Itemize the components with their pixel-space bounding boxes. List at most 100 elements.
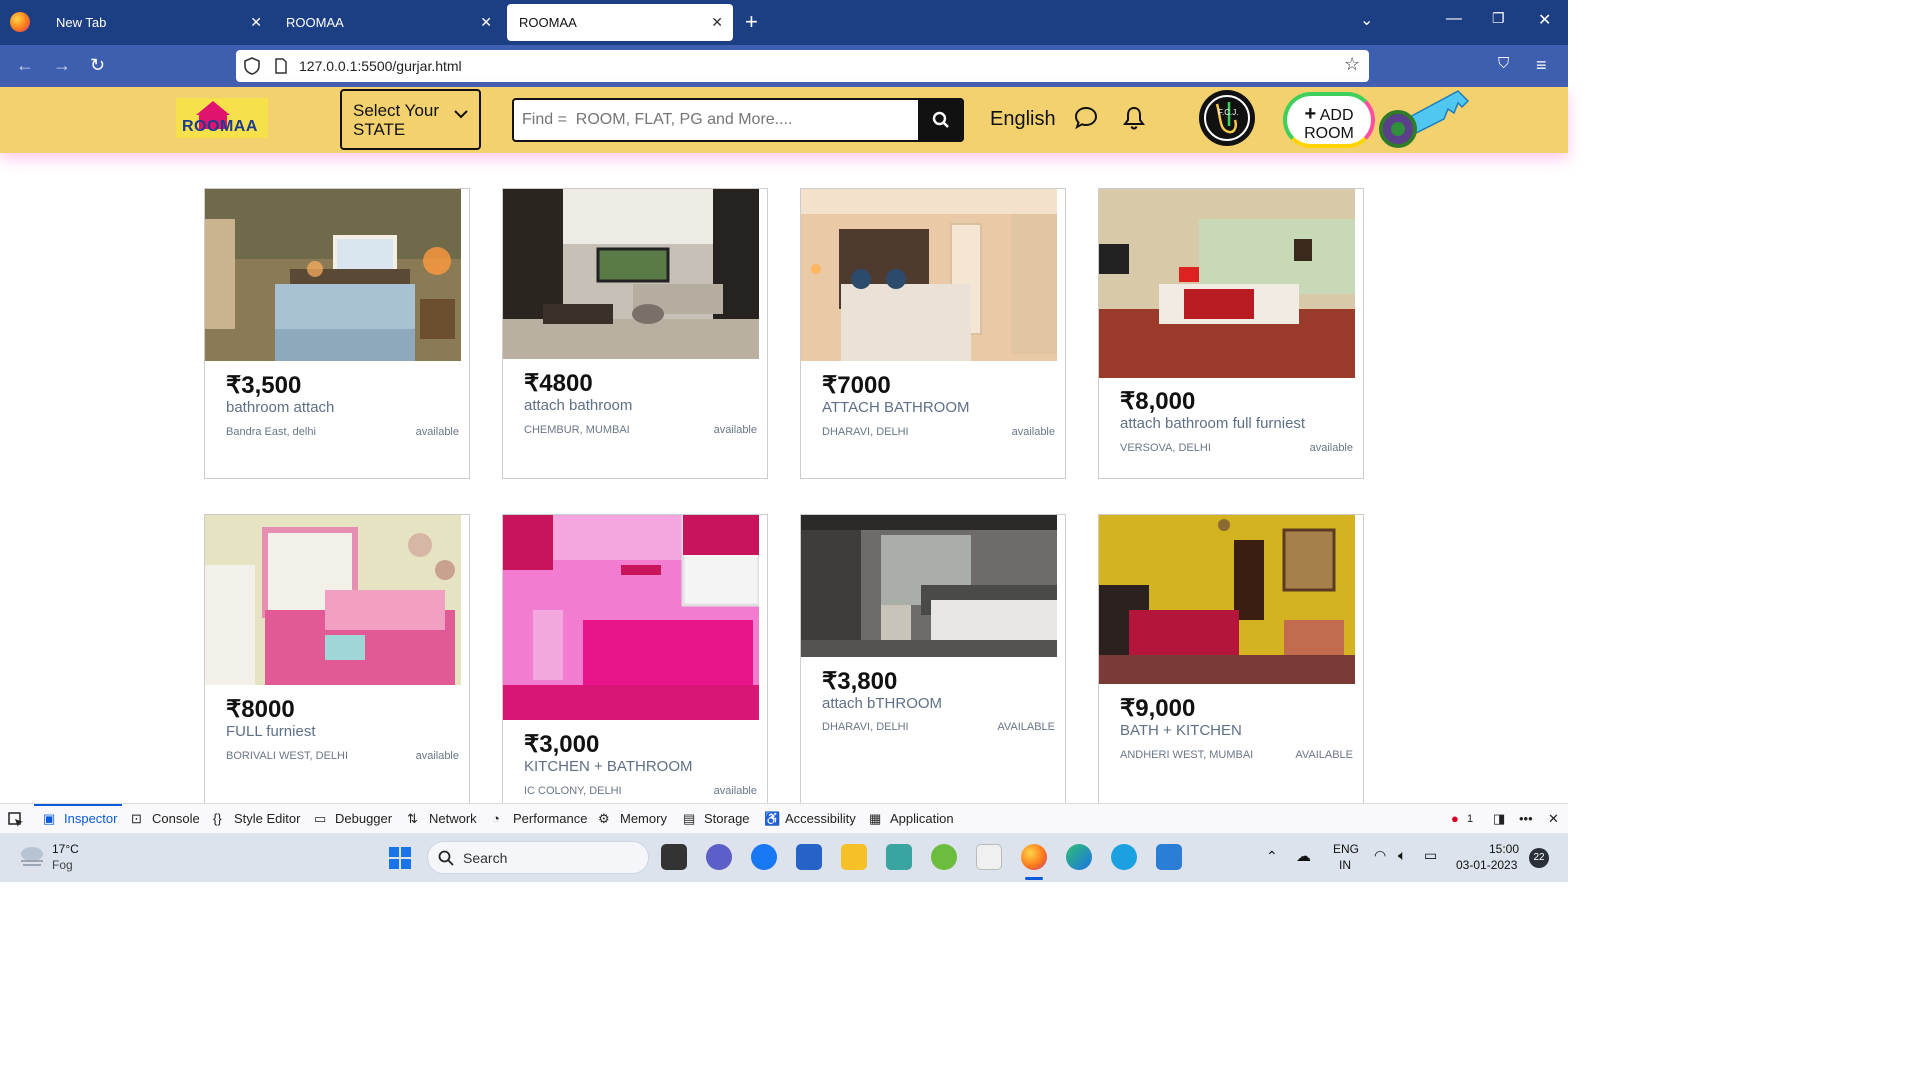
tab-performance[interactable]: Performance <box>513 811 587 826</box>
taskbar-search[interactable]: Search <box>427 841 649 874</box>
task-view-icon[interactable] <box>661 844 687 870</box>
tab-application[interactable]: Application <box>890 811 954 826</box>
listing-price: ₹4800 <box>524 370 593 397</box>
restore-icon[interactable]: ❐ <box>1492 10 1505 27</box>
more-options-icon[interactable]: ••• <box>1519 811 1533 826</box>
forward-icon[interactable]: → <box>53 55 71 76</box>
room-photo[interactable] <box>503 515 759 720</box>
back-icon[interactable]: ← <box>16 55 34 76</box>
bookmark-star-icon[interactable]: ☆ <box>1344 54 1360 75</box>
room-photo[interactable] <box>1099 189 1355 378</box>
close-window-icon[interactable]: ✕ <box>1538 10 1551 30</box>
listing-card[interactable]: ₹3,000 KITCHEN + BATHROOM IC COLONY, DEL… <box>502 514 768 805</box>
listing-card[interactable]: ₹8000 FULL furniest BORIVALI WEST, DELHI… <box>204 514 470 805</box>
clock-time[interactable]: 15:00 <box>1489 842 1519 856</box>
close-tab-icon[interactable]: ✕ <box>250 4 262 41</box>
key-icon[interactable] <box>1376 87 1471 153</box>
notification-badge[interactable]: 22 <box>1529 848 1549 868</box>
url-bar[interactable]: 127.0.0.1:5500/gurjar.html ☆ <box>236 50 1369 82</box>
teams-chat-icon[interactable] <box>706 844 732 870</box>
logo-text: ROOMAA <box>182 118 258 135</box>
tab-accessibility[interactable]: Accessibility <box>785 811 856 826</box>
tab-memory[interactable]: Memory <box>620 811 667 826</box>
onedrive-icon[interactable]: ☁ <box>1296 847 1311 865</box>
weather-temp: 17°C <box>52 842 79 856</box>
listing-description: bathroom attach <box>226 399 335 416</box>
error-icon[interactable]: ● <box>1451 811 1459 826</box>
room-photo[interactable] <box>205 515 461 685</box>
bell-icon[interactable] <box>1121 105 1147 131</box>
weather-fog-icon[interactable] <box>18 843 46 867</box>
room-photo[interactable] <box>503 189 759 359</box>
minimize-icon[interactable]: — <box>1446 10 1462 28</box>
listing-price: ₹3,500 <box>226 372 302 399</box>
listing-card[interactable]: ₹7000 ATTACH BATHROOM DHARAVI, DELHI ava… <box>800 188 1066 479</box>
tab-roomaa-active[interactable]: ROOMAA ✕ <box>507 4 733 41</box>
room-photo[interactable] <box>801 515 1057 657</box>
error-count[interactable]: 1 <box>1467 813 1473 825</box>
listing-status: available <box>1011 426 1055 438</box>
profile-avatar[interactable]: F.C.J. <box>1199 90 1255 146</box>
listing-card[interactable]: ₹3,800 attach bTHROOM DHARAVI, DELHI AVA… <box>800 514 1066 805</box>
house-icon <box>196 101 230 115</box>
close-tab-icon[interactable]: ✕ <box>711 4 723 41</box>
tab-label: New Tab <box>56 15 107 30</box>
windows-taskbar: 17°C Fog Search ⌃ ☁ ENG IN ◠ 🔈︎ ▭ 15:00 … <box>0 833 1568 882</box>
tab-roomaa-1[interactable]: ROOMAA ✕ <box>274 4 502 41</box>
state-select-line2: STATE <box>353 120 406 139</box>
listing-card[interactable]: ₹8,000 attach bathroom full furniest VER… <box>1098 188 1364 479</box>
search-input[interactable] <box>522 109 912 131</box>
menu-icon[interactable]: ≡ <box>1536 55 1547 76</box>
chat-icon[interactable] <box>1073 105 1099 131</box>
tab-inspector[interactable]: Inspector <box>64 811 117 826</box>
state-select[interactable]: Select Your STATE <box>340 89 481 150</box>
edge-icon[interactable] <box>1066 844 1092 870</box>
list-all-tabs-icon[interactable]: ⌄ <box>1360 10 1373 30</box>
language-line1[interactable]: ENG <box>1333 842 1359 856</box>
reload-icon[interactable]: ↻ <box>90 55 105 76</box>
listing-card[interactable]: ₹4800 attach bathroom CHEMBUR, MUMBAI av… <box>502 188 768 479</box>
element-picker-icon[interactable] <box>8 812 24 828</box>
close-devtools-icon[interactable]: ✕ <box>1548 811 1559 827</box>
vscode-icon[interactable] <box>1156 844 1182 870</box>
listing-card[interactable]: ₹3,500 bathroom attach Bandra East, delh… <box>204 188 470 479</box>
tab-new-tab[interactable]: New Tab ✕ <box>44 4 272 41</box>
shield-icon[interactable] <box>244 57 260 75</box>
windows-start-icon[interactable] <box>388 846 412 870</box>
facebook-icon[interactable] <box>751 844 777 870</box>
pocket-icon[interactable]: ⛉ <box>1498 55 1509 72</box>
file-explorer-icon[interactable] <box>841 844 867 870</box>
tab-debugger[interactable]: Debugger <box>335 811 392 826</box>
app-icon[interactable] <box>886 844 912 870</box>
chevron-up-icon[interactable]: ⌃ <box>1266 848 1278 865</box>
listing-location: ANDHERI WEST, MUMBAI <box>1120 749 1254 761</box>
language-selector[interactable]: English <box>990 108 1056 131</box>
dock-icon[interactable]: ◨ <box>1493 811 1505 827</box>
roomaa-logo[interactable]: ROOMAA <box>176 98 268 138</box>
close-tab-icon[interactable]: ✕ <box>480 4 492 41</box>
microsoft-store-icon[interactable] <box>796 844 822 870</box>
listing-price: ₹8000 <box>226 696 295 723</box>
firefox-icon[interactable] <box>10 12 30 32</box>
add-room-button[interactable]: + ADD ROOM <box>1283 92 1375 148</box>
room-photo[interactable] <box>1099 515 1355 684</box>
search-button[interactable] <box>918 98 964 142</box>
help-icon[interactable] <box>1111 844 1137 870</box>
word-icon[interactable] <box>976 844 1002 870</box>
new-tab-icon[interactable]: + <box>745 9 758 35</box>
firefox-taskbar-icon[interactable] <box>1021 844 1047 870</box>
wifi-icon[interactable]: ◠ <box>1374 847 1386 864</box>
tab-style-editor[interactable]: Style Editor <box>234 811 300 826</box>
tab-storage[interactable]: Storage <box>704 811 750 826</box>
android-studio-icon[interactable] <box>931 844 957 870</box>
volume-icon[interactable]: 🔈︎ <box>1398 847 1406 864</box>
memory-icon: ⚙ <box>598 811 610 826</box>
room-photo[interactable] <box>205 189 461 361</box>
listing-card[interactable]: ₹9,000 BATH + KITCHEN ANDHERI WEST, MUMB… <box>1098 514 1364 805</box>
room-photo[interactable] <box>801 189 1057 361</box>
tab-console[interactable]: Console <box>152 811 200 826</box>
clock-date[interactable]: 03-01-2023 <box>1456 858 1517 872</box>
url-text[interactable]: 127.0.0.1:5500/gurjar.html <box>299 58 462 74</box>
tab-network[interactable]: Network <box>429 811 477 826</box>
battery-icon[interactable]: ▭ <box>1424 847 1437 864</box>
